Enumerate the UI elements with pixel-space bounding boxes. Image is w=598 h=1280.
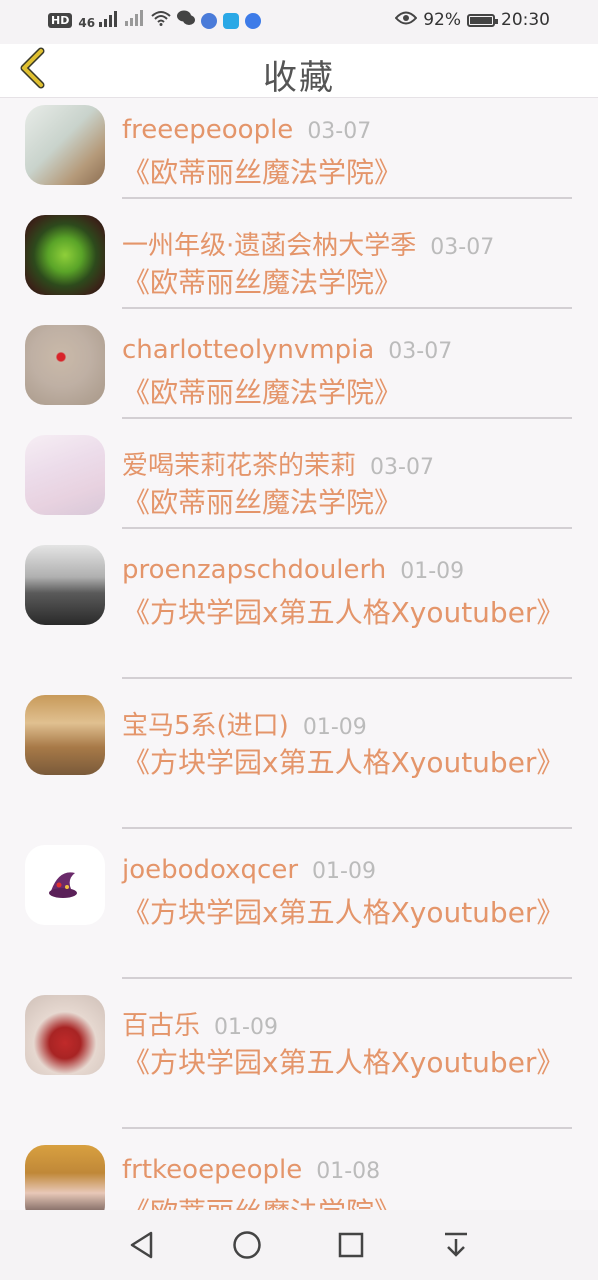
post-date: 01-09 <box>302 715 367 740</box>
post-date: 01-08 <box>316 1159 381 1184</box>
browser-icon <box>245 12 262 29</box>
hd-icon: HD <box>48 13 73 28</box>
app-header: 收藏 <box>0 44 598 98</box>
avatar[interactable] <box>25 325 105 405</box>
eye-icon <box>394 10 418 30</box>
home-circle-icon <box>233 1231 261 1259</box>
author-name[interactable]: proenzapschdoulerh <box>122 555 386 585</box>
clock: 20:30 <box>501 10 550 30</box>
list-item[interactable]: joebodoxqcer 01-09 《方块学园x第五人格Xyoutuber》 <box>0 837 598 987</box>
book-title[interactable]: 《方块学园x第五人格Xyoutuber》 <box>122 593 564 633</box>
divider <box>122 307 572 309</box>
avatar[interactable] <box>25 995 105 1075</box>
book-title[interactable]: 《方块学园x第五人格Xyoutuber》 <box>122 1043 564 1083</box>
list-item[interactable]: 一州年级·遗菡会枘大学季 03-07 《欧蒂丽丝魔法学院》 <box>0 207 598 317</box>
author-name[interactable]: 爱喝茉莉花茶的茉莉 <box>122 451 356 481</box>
app-icon <box>223 12 240 29</box>
divider <box>122 977 572 979</box>
book-title[interactable]: 《欧蒂丽丝魔法学院》 <box>122 1193 562 1210</box>
author-name[interactable]: 一州年级·遗菡会枘大学季 <box>122 231 416 261</box>
post-date: 01-09 <box>214 1015 278 1040</box>
wizard-hat-icon <box>49 872 77 898</box>
nav-notification-button[interactable] <box>436 1225 476 1265</box>
nav-back-button[interactable] <box>122 1225 162 1265</box>
post-date: 03-07 <box>388 339 453 364</box>
avatar[interactable] <box>25 695 105 775</box>
list-item[interactable]: 爱喝茉莉花茶的茉莉 03-07 《欧蒂丽丝魔法学院》 <box>0 427 598 537</box>
page-title: 收藏 <box>263 58 335 98</box>
wechat-icon <box>177 10 196 31</box>
post-date: 03-07 <box>430 235 495 260</box>
divider <box>122 527 572 529</box>
favorites-list[interactable]: freeepeoople 03-07 《欧蒂丽丝魔法学院》 一州年级·遗菡会枘大学… <box>0 97 598 1210</box>
list-item[interactable]: freeepeoople 03-07 《欧蒂丽丝魔法学院》 <box>0 97 598 207</box>
post-date: 01-09 <box>400 559 465 584</box>
book-title[interactable]: 《欧蒂丽丝魔法学院》 <box>122 373 562 413</box>
author-name[interactable]: 宝马5系(进口) <box>122 711 289 741</box>
divider <box>122 1127 572 1129</box>
book-title[interactable]: 《欧蒂丽丝魔法学院》 <box>122 153 562 193</box>
book-title[interactable]: 《欧蒂丽丝魔法学院》 <box>122 263 562 303</box>
notification-pulldown-icon <box>444 1232 467 1257</box>
system-nav-bar <box>0 1210 598 1280</box>
author-name[interactable]: frtkeoepeople <box>122 1155 302 1185</box>
avatar[interactable] <box>25 545 105 625</box>
nav-home-button[interactable] <box>227 1225 267 1265</box>
battery-icon <box>467 13 498 27</box>
post-date: 03-07 <box>370 455 434 480</box>
divider <box>122 197 572 199</box>
author-name[interactable]: 百古乐 <box>122 1011 200 1041</box>
nav-recents-button[interactable] <box>331 1225 371 1265</box>
author-name[interactable]: charlotteolynvmpia <box>122 335 374 365</box>
avatar[interactable] <box>25 105 105 185</box>
post-date: 01-09 <box>312 859 376 884</box>
book-title[interactable]: 《方块学园x第五人格Xyoutuber》 <box>122 743 564 783</box>
avatar[interactable] <box>25 215 105 295</box>
music-icon <box>201 12 218 29</box>
status-bar: HD 46 92% 20:30 <box>0 0 598 44</box>
list-item[interactable]: 宝马5系(进口) 01-09 《方块学园x第五人格Xyoutuber》 <box>0 687 598 837</box>
avatar[interactable] <box>25 1145 105 1210</box>
signal-icon: 46 <box>78 11 119 30</box>
divider <box>122 827 572 829</box>
wifi-icon <box>151 10 171 31</box>
post-date: 03-07 <box>307 119 372 144</box>
divider <box>122 417 572 419</box>
avatar[interactable] <box>25 435 105 515</box>
book-title[interactable]: 《欧蒂丽丝魔法学院》 <box>122 483 562 523</box>
author-name[interactable]: joebodoxqcer <box>122 855 298 885</box>
book-title[interactable]: 《方块学园x第五人格Xyoutuber》 <box>122 893 564 933</box>
signal-2-icon <box>125 10 145 31</box>
recents-square-icon <box>339 1232 364 1258</box>
signal-label: 46 <box>78 16 96 30</box>
back-triangle-icon <box>131 1231 153 1259</box>
battery-percent: 92% <box>423 10 461 30</box>
list-item[interactable]: proenzapschdoulerh 01-09 《方块学园x第五人格Xyoutu… <box>0 537 598 687</box>
list-item[interactable]: frtkeoepeople 01-08 《欧蒂丽丝魔法学院》 <box>0 1137 598 1210</box>
list-item[interactable]: charlotteolynvmpia 03-07 《欧蒂丽丝魔法学院》 <box>0 317 598 427</box>
avatar[interactable] <box>25 845 105 925</box>
divider <box>122 677 572 679</box>
list-item[interactable]: 百古乐 01-09 《方块学园x第五人格Xyoutuber》 <box>0 987 598 1137</box>
author-name[interactable]: freeepeoople <box>122 115 293 145</box>
